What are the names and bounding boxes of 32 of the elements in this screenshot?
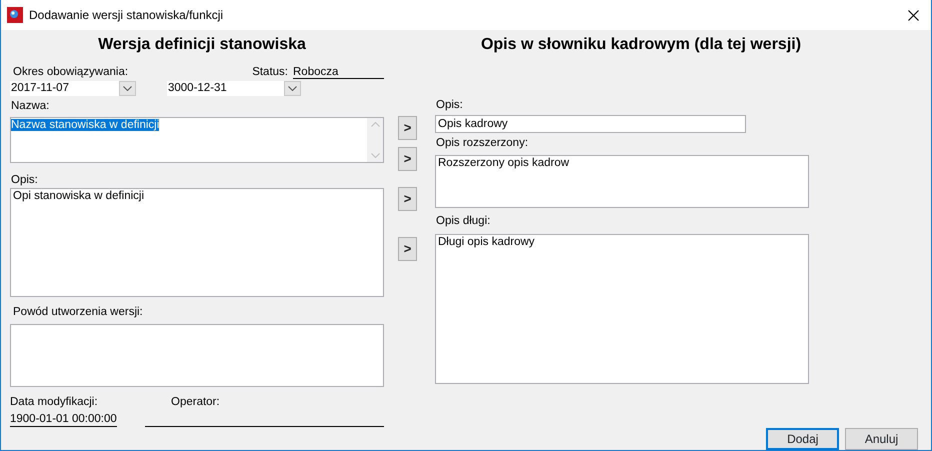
description-field[interactable]: Opis kadrowy xyxy=(435,115,746,133)
name-label: Nazwa: xyxy=(11,100,50,112)
close-icon[interactable] xyxy=(908,10,919,20)
section-heading: Wersja definicji stanowiska xyxy=(98,35,306,55)
modified-label: Data modyfikacji: xyxy=(10,396,99,408)
reason-field[interactable] xyxy=(10,324,384,387)
reason-label: Powód utworzenia wersji: xyxy=(13,306,144,318)
section-heading: Opis w słowniku kadrowym (dla tej wersji) xyxy=(480,35,802,55)
extended-description-label: Opis rozszerzony: xyxy=(436,137,530,149)
status-label: Status: xyxy=(252,66,288,78)
description-label: Opis: xyxy=(436,99,464,111)
modified-value: 1900-01-01 00:00:00 xyxy=(10,413,117,427)
long-description-label: Opis długi: xyxy=(436,215,492,227)
add-button[interactable]: Dodaj xyxy=(766,428,840,450)
status-value: Robocza xyxy=(293,66,384,79)
description-label: Opis: xyxy=(11,174,39,186)
date-to-dropdown[interactable]: 3000-12-31 xyxy=(167,81,301,96)
chevron-down-icon xyxy=(123,86,132,91)
app-icon xyxy=(7,7,23,23)
copy-button[interactable]: > xyxy=(398,147,417,171)
cancel-button[interactable]: Anuluj xyxy=(845,428,918,450)
period-label: Okres obowiązywania: xyxy=(13,66,128,78)
copy-button[interactable]: > xyxy=(398,116,417,140)
date-from-dropdown[interactable]: 2017-11-07 xyxy=(10,81,136,96)
chevron-down-icon xyxy=(288,86,297,91)
copy-button[interactable]: > xyxy=(398,187,417,211)
copy-button[interactable]: > xyxy=(398,237,417,261)
window-title: Dodawanie wersji stanowiska/funkcji xyxy=(29,7,224,24)
operator-label: Operator: xyxy=(171,396,220,408)
description-field[interactable]: Opi stanowiska w definicji xyxy=(10,188,384,297)
extended-description-field[interactable]: Rozszerzony opis kadrow xyxy=(435,155,809,208)
long-description-field[interactable]: Długi opis kadrowy xyxy=(435,234,809,384)
